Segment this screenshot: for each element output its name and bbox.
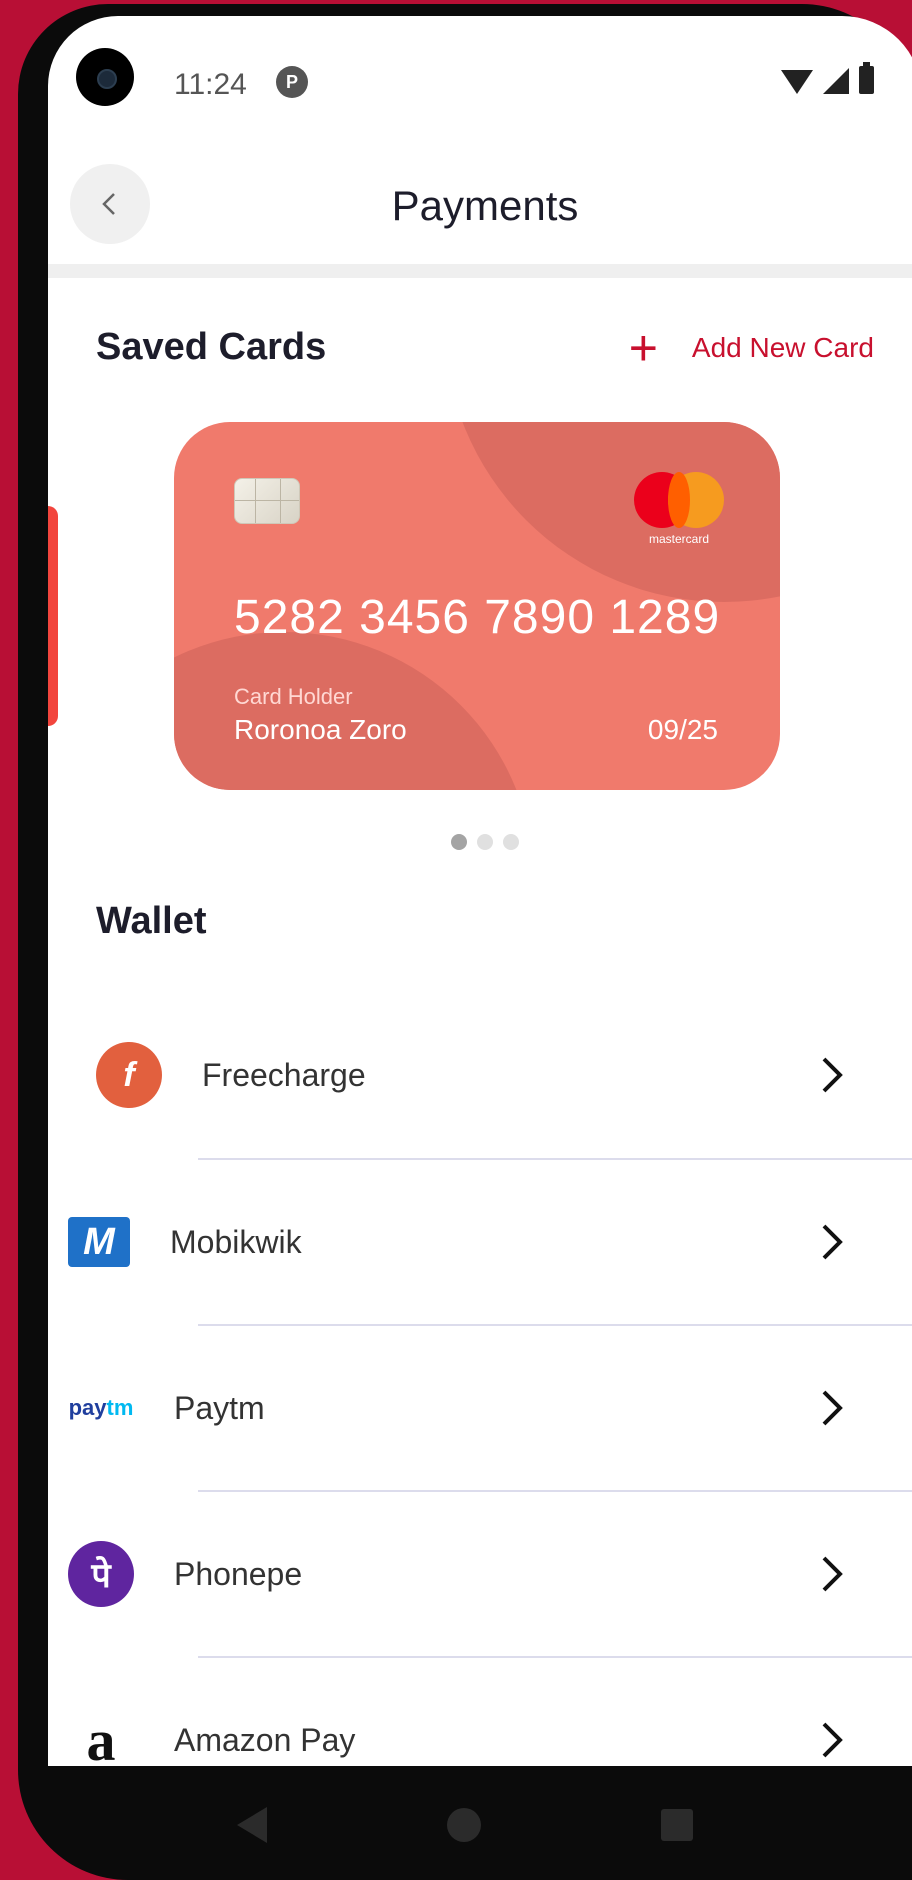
wifi-icon bbox=[781, 70, 813, 94]
amazon-icon: a bbox=[86, 1707, 116, 1767]
nav-home-icon[interactable] bbox=[447, 1808, 481, 1842]
chevron-right-icon bbox=[822, 1224, 843, 1260]
phone-frame: 11:24 P Payments Saved Cards + Add New C… bbox=[18, 4, 912, 1880]
pager-dot[interactable] bbox=[451, 834, 467, 850]
chevron-right-icon bbox=[822, 1057, 843, 1093]
status-bar: 11:24 P bbox=[48, 16, 912, 146]
wallet-item-label: Phonepe bbox=[174, 1555, 303, 1592]
card-decoration bbox=[174, 632, 534, 790]
card-number: 5282 3456 7890 1289 bbox=[234, 591, 721, 644]
notification-app-icon: P bbox=[276, 66, 308, 98]
header-divider bbox=[48, 264, 912, 278]
card-decoration bbox=[444, 422, 780, 602]
mastercard-logo-icon: mastercard bbox=[634, 472, 724, 552]
pager-dot[interactable] bbox=[503, 834, 519, 850]
wallet-list: f Freecharge M Mobikwik pay tm Paytm पे … bbox=[48, 992, 912, 1766]
pager-dot[interactable] bbox=[477, 834, 493, 850]
card-pager bbox=[48, 834, 912, 850]
card-holder-name: Roronoa Zoro bbox=[234, 714, 407, 745]
signal-icon bbox=[823, 68, 849, 94]
wallet-item-amazon-pay[interactable]: a Amazon Pay bbox=[87, 1656, 912, 1766]
wallet-item-label: Mobikwik bbox=[170, 1223, 302, 1260]
system-nav-bar bbox=[18, 1766, 912, 1880]
wallet-item-label: Paytm bbox=[174, 1389, 265, 1426]
wallet-item-phonepe[interactable]: पे Phonepe bbox=[68, 1490, 912, 1656]
wallet-item-label: Freecharge bbox=[202, 1056, 366, 1093]
plus-icon: + bbox=[628, 320, 658, 376]
freecharge-icon: f bbox=[96, 1042, 162, 1108]
phonepe-icon: पे bbox=[68, 1541, 134, 1607]
wallet-item-freecharge[interactable]: f Freecharge bbox=[48, 992, 912, 1158]
chip-icon bbox=[234, 478, 300, 524]
wallet-item-paytm[interactable]: pay tm Paytm bbox=[69, 1324, 912, 1490]
previous-card-peek[interactable] bbox=[48, 506, 58, 726]
status-icons bbox=[781, 62, 874, 94]
chevron-right-icon bbox=[822, 1390, 843, 1426]
card-holder-label: Card Holder bbox=[234, 684, 353, 709]
status-time: 11:24 bbox=[174, 68, 247, 101]
app-header: Payments bbox=[48, 146, 912, 266]
card-expiry: 09/25 bbox=[647, 714, 718, 745]
chevron-right-icon bbox=[822, 1556, 843, 1592]
saved-cards-title: Saved Cards bbox=[96, 326, 327, 368]
wallet-title: Wallet bbox=[96, 900, 207, 942]
paytm-icon: pay tm bbox=[68, 1395, 134, 1420]
page-title: Payments bbox=[391, 182, 579, 229]
nav-back-icon[interactable] bbox=[237, 1807, 267, 1843]
chevron-right-icon bbox=[822, 1722, 843, 1758]
mobikwik-icon: M bbox=[68, 1217, 130, 1267]
wallet-item-label: Amazon Pay bbox=[174, 1721, 356, 1758]
add-new-card-button[interactable]: + Add New Card bbox=[628, 320, 874, 376]
card-network-label: mastercard bbox=[648, 532, 710, 546]
wallet-item-mobikwik[interactable]: M Mobikwik bbox=[68, 1158, 912, 1324]
front-camera bbox=[76, 48, 134, 106]
battery-icon bbox=[859, 62, 874, 94]
nav-recents-icon[interactable] bbox=[661, 1809, 693, 1841]
saved-card[interactable]: mastercard 5282 3456 7890 1289 Card Hold… bbox=[174, 422, 780, 790]
add-new-card-label: Add New Card bbox=[691, 332, 874, 363]
app-screen: 11:24 P Payments Saved Cards + Add New C… bbox=[48, 16, 912, 1766]
